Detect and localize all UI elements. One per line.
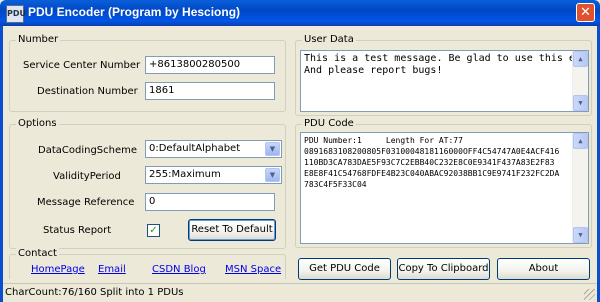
pdu-code-legend: PDU Code (302, 118, 356, 129)
scroll-down-icon[interactable]: ▼ (573, 95, 588, 111)
title-bar[interactable]: PDU PDU Encoder (Program by Hesciong) ✕ (0, 0, 600, 26)
contact-group: Contact HomePage Email CSDN Blog MSN Spa… (9, 248, 286, 279)
validity-period-value: 255:Maximum (149, 169, 221, 180)
email-link[interactable]: Email (98, 264, 126, 275)
resize-grip-icon[interactable] (584, 289, 595, 300)
user-data-scrollbar[interactable]: ▲ ▼ (572, 51, 588, 111)
close-button[interactable]: ✕ (576, 3, 595, 22)
status-report-checkbox[interactable]: ✓ (147, 224, 160, 237)
service-center-label: Service Center Number (23, 60, 141, 71)
scroll-up-icon[interactable]: ▲ (573, 51, 588, 67)
homepage-link[interactable]: HomePage (31, 264, 85, 275)
user-data-legend: User Data (302, 34, 356, 45)
reset-to-default-button[interactable]: Reset To Default (188, 219, 276, 241)
coding-scheme-label: DataCodingScheme (38, 145, 138, 156)
message-reference-label: Message Reference (37, 197, 135, 208)
service-center-input[interactable]: +8613800280500 (145, 56, 275, 74)
options-group: Options DataCodingScheme 0:DefaultAlphab… (9, 118, 286, 249)
chevron-down-icon[interactable]: ▼ (265, 168, 280, 182)
validity-period-label: ValidityPeriod (53, 171, 121, 182)
validity-period-select[interactable]: 255:Maximum ▼ (145, 166, 282, 184)
pdu-code-textarea[interactable]: PDU Number:1 Length For AT:77 0891683108… (300, 132, 589, 244)
pdu-code-group: PDU Code PDU Number:1 Length For AT:77 0… (295, 118, 592, 248)
user-data-textarea[interactable]: This is a test message. Be glad to use t… (300, 50, 589, 112)
user-data-line-1: This is a test message. Be glad to use t… (304, 53, 589, 64)
chevron-down-icon[interactable]: ▼ (265, 142, 280, 156)
pdu-code-scrollbar[interactable]: ▲ ▼ (572, 133, 588, 243)
status-bar: CharCount:76/160 Split into 1 PDUs (3, 283, 597, 302)
coding-scheme-select[interactable]: 0:DefaultAlphabet ▼ (145, 140, 282, 158)
destination-label: Destination Number (37, 86, 138, 97)
msn-space-link[interactable]: MSN Space (225, 264, 281, 275)
message-reference-input[interactable]: 0 (145, 193, 275, 211)
pdu-line-3: E8E8F41C54768FDFE4B23C040ABAC92038BB1C9E… (304, 169, 560, 178)
app-icon: PDU (6, 5, 26, 23)
number-group-legend: Number (16, 34, 61, 45)
pdu-line-4: 783C4F5F33C04 (304, 180, 367, 189)
scroll-up-icon[interactable]: ▲ (573, 133, 588, 149)
about-button[interactable]: About (497, 258, 590, 280)
copy-to-clipboard-button[interactable]: Copy To Clipboard (397, 258, 490, 280)
destination-input[interactable]: 1861 (145, 82, 275, 100)
window-frame-left (0, 26, 3, 302)
pdu-line-1: 0891683108200805F0310004818116000OFF4C54… (304, 147, 560, 156)
number-group: Number Service Center Number +8613800280… (9, 34, 286, 112)
status-text: CharCount:76/160 Split into 1 PDUs (5, 287, 184, 298)
user-data-group: User Data This is a test message. Be gla… (295, 34, 592, 116)
coding-scheme-value: 0:DefaultAlphabet (149, 143, 241, 154)
pdu-line-2: 110BD3CA783DAE5F93C7C2EBB40C232E8C0E9341… (304, 158, 555, 167)
status-report-label: Status Report (43, 225, 112, 236)
scroll-down-icon[interactable]: ▼ (573, 227, 588, 243)
contact-group-legend: Contact (16, 248, 59, 259)
options-group-legend: Options (16, 118, 59, 129)
window-title: PDU Encoder (Program by Hesciong) (28, 5, 241, 19)
pdu-header-line: PDU Number:1 Length For AT:77 (304, 136, 463, 145)
csdn-blog-link[interactable]: CSDN Blog (152, 264, 206, 275)
get-pdu-code-button[interactable]: Get PDU Code (298, 258, 391, 280)
user-data-line-2: And please report bugs! (304, 65, 443, 76)
